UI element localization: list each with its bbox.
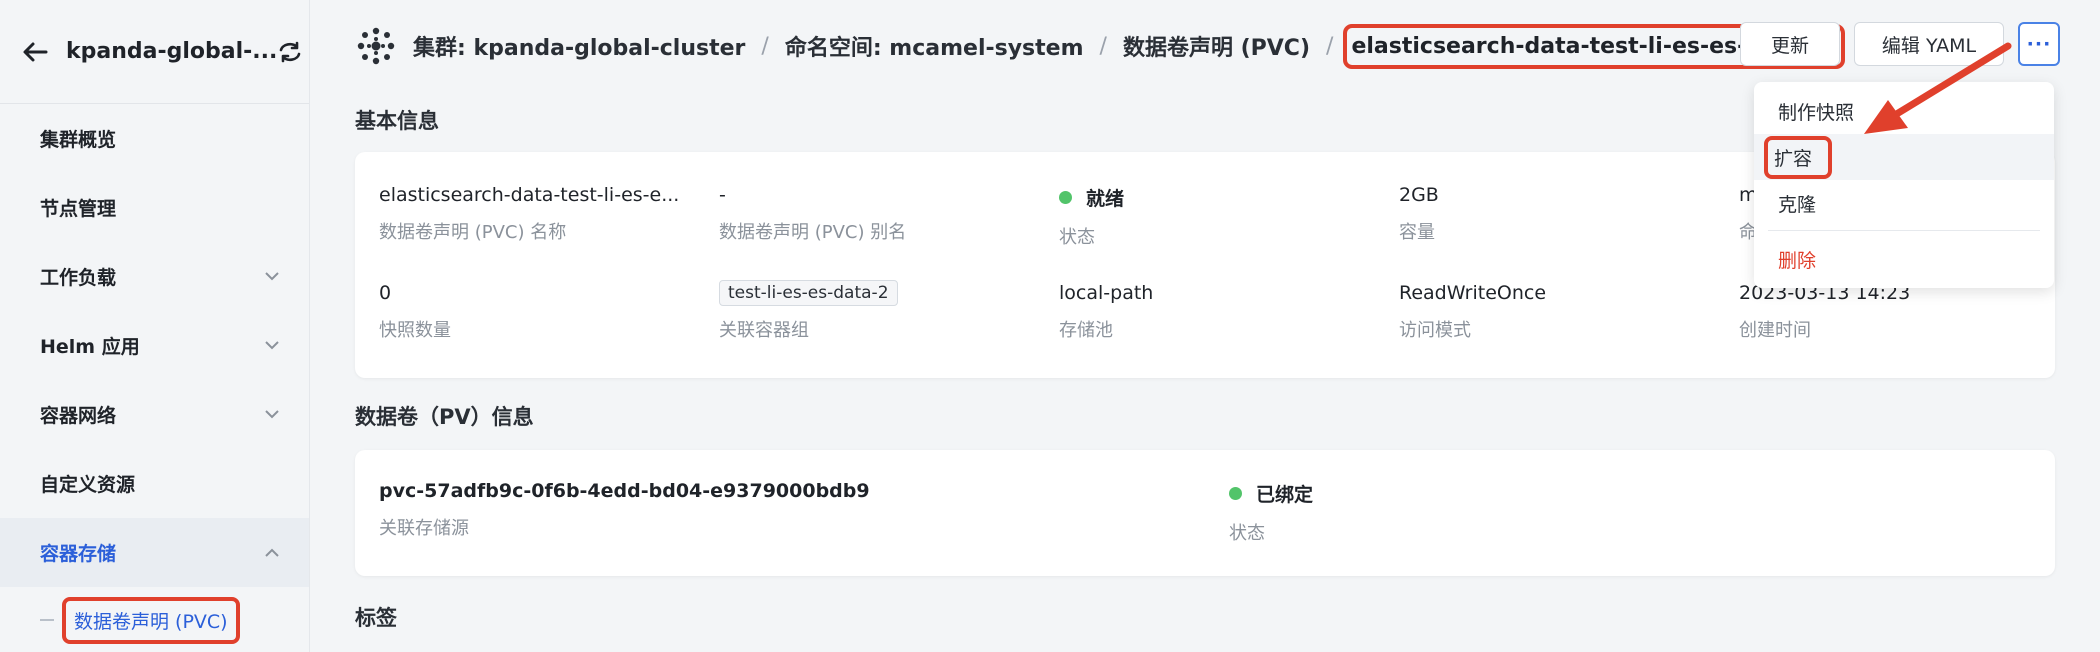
sidebar-item-label: 容器网络 <box>40 405 117 427</box>
breadcrumb-cluster-label: 集群: <box>413 36 466 61</box>
field-created-time: 2023-03-13 14:23 创建时间 <box>1739 282 1910 342</box>
sidebar-item-label: 集群概览 <box>40 129 117 151</box>
breadcrumb-namespace-label: 命名空间: <box>784 36 882 61</box>
field-key: 状态 <box>1229 523 1265 544</box>
field-value: - <box>719 184 726 206</box>
sidebar-item-cluster-overview[interactable]: 集群概览 <box>0 104 309 173</box>
status-value: 就绪 <box>1059 184 1124 211</box>
field-value: local-path <box>1059 282 1154 304</box>
sidebar-item-node-management[interactable]: 节点管理 <box>0 173 309 242</box>
sidebar-item-label: 容器存储 <box>40 543 117 565</box>
sidebar-subitem-pvc[interactable]: 数据卷声明 (PVC) <box>0 587 309 652</box>
field-key: 数据卷声明 (PVC) 名称 <box>379 222 567 243</box>
field-status: 就绪 状态 <box>1059 184 1124 249</box>
sidebar-item-helm-apps[interactable]: Helm 应用 <box>0 311 309 380</box>
field-value: elasticsearch-data-test-li-es-e... <box>379 184 680 206</box>
sidebar-item-label: Helm 应用 <box>40 336 140 358</box>
menu-item-create-snapshot[interactable]: 制作快照 <box>1754 88 2054 134</box>
pv-status-value: 已绑定 <box>1229 480 1313 507</box>
menu-item-label: 删除 <box>1778 249 1817 272</box>
menu-item-expand[interactable]: 扩容 <box>1754 134 2054 180</box>
field-capacity: 2GB 容量 <box>1399 184 1439 244</box>
field-key: 创建时间 <box>1739 320 1811 341</box>
breadcrumb-separator: / <box>1099 33 1107 59</box>
sidebar-item-label: 工作负载 <box>40 267 117 289</box>
update-button[interactable]: 更新 <box>1740 22 1840 66</box>
status-text: 就绪 <box>1086 188 1125 210</box>
page-header: 集群: kpanda-global-cluster / 命名空间: mcamel… <box>355 20 2060 72</box>
sidebar-item-container-storage[interactable]: 容器存储 <box>0 518 309 587</box>
breadcrumb-pvc-section[interactable]: 数据卷声明 (PVC) <box>1123 30 1310 62</box>
sidebar-item-label: 节点管理 <box>40 198 117 220</box>
switch-cluster-icon[interactable] <box>277 37 303 67</box>
header-actions: 更新 编辑 YAML ··· <box>1740 22 2060 66</box>
edit-yaml-button[interactable]: 编辑 YAML <box>1854 22 2004 66</box>
field-key: 快照数量 <box>379 320 451 341</box>
status-text: 已绑定 <box>1256 484 1314 506</box>
sidebar-header: kpanda-global-... <box>0 0 309 104</box>
menu-divider <box>1768 230 2040 231</box>
breadcrumb-cluster[interactable]: 集群: kpanda-global-cluster <box>413 30 745 62</box>
field-key: 关联存储源 <box>379 518 469 539</box>
field-value: ReadWriteOnce <box>1399 282 1547 304</box>
field-key: 访问模式 <box>1399 320 1471 341</box>
field-storage-pool: local-path 存储池 <box>1059 282 1153 342</box>
field-access-mode: ReadWriteOnce 访问模式 <box>1399 282 1546 342</box>
sidebar-subitem-label: 数据卷声明 (PVC) <box>62 596 240 644</box>
breadcrumb-separator: / <box>761 33 769 59</box>
field-value: 0 <box>379 282 392 304</box>
chevron-down-icon <box>263 406 281 424</box>
field-pvc-alias: - 数据卷声明 (PVC) 别名 <box>719 184 906 244</box>
field-value: 2GB <box>1399 184 1439 206</box>
field-key: 数据卷声明 (PVC) 别名 <box>719 222 907 243</box>
menu-item-delete[interactable]: 删除 <box>1754 236 2054 282</box>
breadcrumb-namespace-value: mcamel-system <box>889 36 1084 61</box>
sidebar-item-label: 自定义资源 <box>40 474 136 496</box>
pv-info-card: pvc-57adfb9c-0f6b-4edd-bd04-e9379000bdb9… <box>355 450 2055 576</box>
sidebar: kpanda-global-... 集群概览 节点管理 工作负载 Helm 应用… <box>0 0 310 652</box>
field-pv-status: 已绑定 状态 <box>1229 480 1313 545</box>
chevron-down-icon <box>263 337 281 355</box>
back-arrow-icon[interactable] <box>22 37 48 67</box>
chevron-up-icon <box>263 544 281 562</box>
sidebar-item-container-network[interactable]: 容器网络 <box>0 380 309 449</box>
field-key: 容量 <box>1399 222 1435 243</box>
field-pvc-name: elasticsearch-data-test-li-es-e... 数据卷声明… <box>379 184 679 244</box>
cluster-logo-icon <box>357 27 395 65</box>
more-actions-dropdown: 制作快照 扩容 克隆 删除 <box>1754 82 2054 288</box>
field-snapshot-count: 0 快照数量 <box>379 282 451 342</box>
cluster-name: kpanda-global-... <box>66 39 278 64</box>
subitem-indent-dash <box>40 619 54 621</box>
breadcrumb-cluster-value: kpanda-global-cluster <box>473 36 746 61</box>
labels-title: 标签 <box>355 606 397 630</box>
sidebar-item-custom-resources[interactable]: 自定义资源 <box>0 449 309 518</box>
pv-info-title: 数据卷（PV）信息 <box>355 405 534 429</box>
field-value: pvc-57adfb9c-0f6b-4edd-bd04-e9379000bdb9 <box>379 480 870 502</box>
menu-item-label: 扩容 <box>1764 135 1833 179</box>
field-key: 存储池 <box>1059 320 1113 341</box>
field-pod-group: test-li-es-es-data-2 关联容器组 <box>719 280 898 342</box>
breadcrumb-separator: / <box>1326 33 1334 59</box>
status-ok-dot <box>1059 191 1072 204</box>
menu-item-label: 克隆 <box>1778 193 1817 216</box>
field-key: 状态 <box>1059 227 1095 248</box>
breadcrumb-namespace[interactable]: 命名空间: mcamel-system <box>785 30 1084 62</box>
pod-group-tag[interactable]: test-li-es-es-data-2 <box>719 280 898 306</box>
status-ok-dot <box>1229 487 1242 500</box>
field-pv-source: pvc-57adfb9c-0f6b-4edd-bd04-e9379000bdb9… <box>379 480 870 540</box>
field-key: 关联容器组 <box>719 320 809 341</box>
sidebar-item-workloads[interactable]: 工作负载 <box>0 242 309 311</box>
basic-info-title: 基本信息 <box>355 109 439 133</box>
menu-item-clone[interactable]: 克隆 <box>1754 180 2054 226</box>
chevron-down-icon <box>263 268 281 286</box>
more-actions-button[interactable]: ··· <box>2018 22 2060 66</box>
menu-item-label: 制作快照 <box>1778 101 1855 124</box>
